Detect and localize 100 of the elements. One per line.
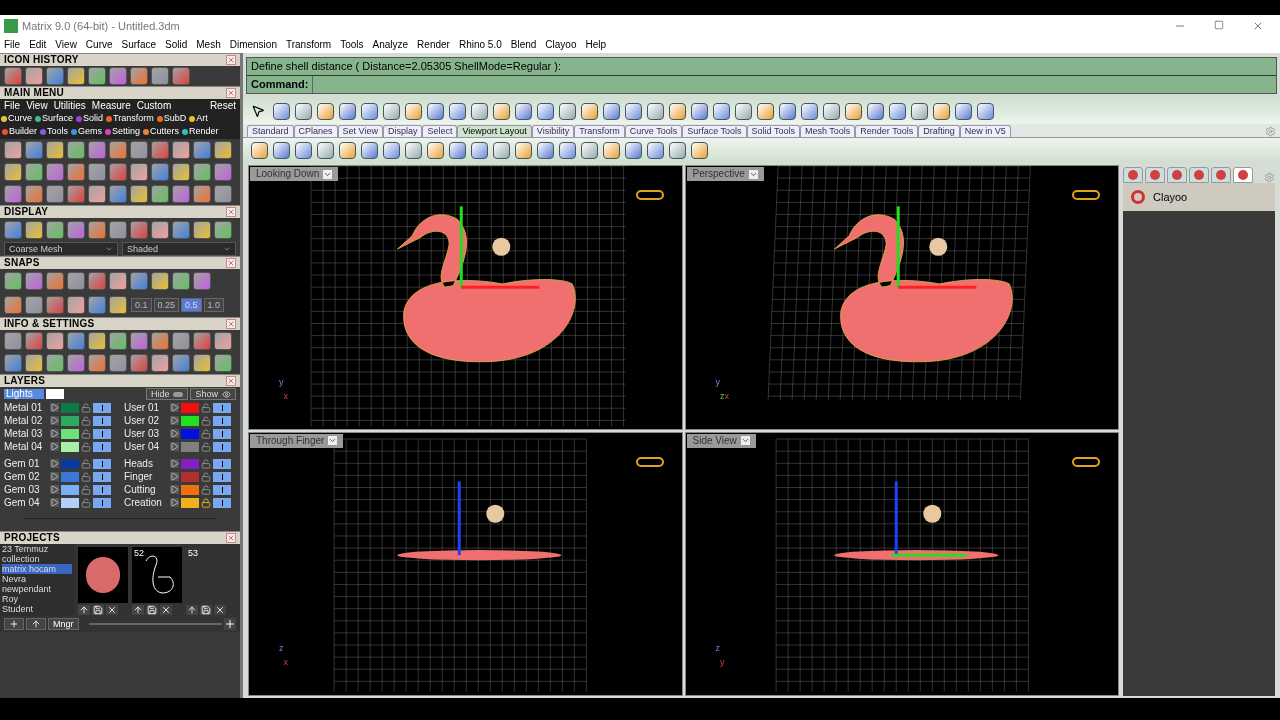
tool-icon[interactable] [4, 296, 22, 314]
color-swatch[interactable] [181, 428, 199, 439]
toolbar-icon[interactable] [669, 141, 686, 159]
color-swatch[interactable] [61, 428, 79, 439]
menu-item[interactable]: Help [585, 40, 607, 50]
toolbar-tab[interactable]: Surface Tools [682, 125, 747, 137]
tool-icon[interactable] [67, 163, 85, 181]
tool-icon[interactable] [109, 296, 127, 314]
tool-icon[interactable] [88, 163, 106, 181]
toolbar-icon[interactable] [823, 102, 840, 120]
toolbar-icon[interactable] [471, 141, 488, 159]
tool-icon[interactable] [214, 332, 232, 350]
toolbar-icon[interactable] [339, 102, 356, 120]
visibility-toggle[interactable] [93, 402, 111, 413]
menu-item[interactable]: Utilities [53, 100, 86, 111]
unlocked-icon[interactable] [81, 484, 91, 495]
tool-icon[interactable] [46, 221, 64, 239]
menu-item[interactable]: Curve [85, 40, 113, 50]
category-link[interactable]: Transform [113, 114, 154, 123]
color-swatch[interactable] [46, 389, 64, 399]
visibility-toggle[interactable] [93, 471, 111, 482]
tool-icon[interactable] [130, 221, 148, 239]
save-icon[interactable] [146, 605, 158, 615]
layer-name[interactable]: Metal 04 [4, 441, 48, 452]
toolbar-icon[interactable] [449, 102, 466, 120]
tool-icon[interactable] [151, 332, 169, 350]
toolbar-icon[interactable] [383, 141, 400, 159]
category-link[interactable]: Surface [42, 114, 74, 123]
tool-icon[interactable] [172, 332, 190, 350]
layer-name[interactable]: Metal 01 [4, 402, 48, 413]
visibility-toggle[interactable] [213, 471, 231, 482]
visibility-toggle[interactable] [213, 484, 231, 495]
color-swatch[interactable] [181, 471, 199, 482]
tool-icon[interactable] [151, 185, 169, 203]
menu-item[interactable]: Rhino 5.0 [458, 40, 502, 50]
tool-icon[interactable] [4, 221, 22, 239]
viewport[interactable]: Perspective y zx [684, 165, 1119, 430]
tool-icon[interactable] [109, 332, 127, 350]
toolbar-tab[interactable]: Set View [337, 125, 383, 137]
project-item[interactable]: Student [2, 604, 72, 614]
toolbar-tab[interactable]: CPlanes [293, 125, 338, 137]
expand-icon[interactable] [170, 485, 179, 494]
expand-icon[interactable] [170, 459, 179, 468]
menu-item[interactable]: View [26, 100, 48, 111]
expand-icon[interactable] [50, 429, 59, 438]
category-link[interactable]: Gems [78, 127, 103, 136]
viewport-title-tab[interactable]: Side View [686, 433, 756, 448]
panel-tab[interactable] [1233, 167, 1253, 183]
tool-icon[interactable] [4, 67, 22, 85]
tool-icon[interactable] [88, 185, 106, 203]
unlocked-icon[interactable] [81, 441, 91, 452]
category-link[interactable]: SubD [163, 114, 187, 123]
toolbar-tab[interactable]: Mesh Tools [799, 125, 856, 137]
tool-icon[interactable] [193, 163, 211, 181]
layer-name[interactable]: User 04 [124, 441, 168, 452]
color-swatch[interactable] [61, 402, 79, 413]
toolbar-icon[interactable] [317, 102, 334, 120]
unlocked-icon[interactable] [201, 415, 211, 426]
unlocked-icon[interactable] [81, 497, 91, 508]
tool-icon[interactable] [109, 272, 127, 290]
toolbar-icon[interactable] [647, 141, 664, 159]
toolbar-icon[interactable] [537, 141, 554, 159]
tool-icon[interactable] [193, 272, 211, 290]
snap-step-button[interactable]: 1.0 [203, 298, 225, 312]
panel-tab[interactable] [1189, 167, 1209, 183]
toolbar-icon[interactable] [801, 102, 818, 120]
layer-name[interactable]: Heads [124, 458, 168, 469]
mesh-dropdown[interactable]: Coarse Mesh [4, 242, 118, 256]
load-icon[interactable] [186, 605, 198, 615]
expand-icon[interactable] [170, 429, 179, 438]
menu-item[interactable]: Render [417, 40, 450, 50]
tool-icon[interactable] [46, 141, 64, 159]
menu-item[interactable]: Tools [340, 40, 364, 50]
viewport[interactable]: Through Finger z x [248, 431, 683, 696]
toolbar-tab[interactable]: Transform [574, 125, 625, 137]
tool-icon[interactable] [109, 221, 127, 239]
toolbar-icon[interactable] [515, 141, 532, 159]
color-swatch[interactable] [181, 497, 199, 508]
toolbar-icon[interactable] [581, 141, 598, 159]
close-icon[interactable] [226, 55, 236, 65]
toolbar-tab[interactable]: Visibility [531, 125, 575, 137]
toolbar-icon[interactable] [361, 102, 378, 120]
tool-icon[interactable] [130, 185, 148, 203]
toolbar-icon[interactable] [889, 102, 906, 120]
save-icon[interactable] [200, 605, 212, 615]
select-icon[interactable] [251, 104, 265, 118]
tool-icon[interactable] [25, 272, 43, 290]
toolbar-icon[interactable] [251, 141, 268, 159]
toolbar-icon[interactable] [493, 141, 510, 159]
toolbar-icon[interactable] [405, 141, 422, 159]
photo-placeholder[interactable] [78, 547, 128, 603]
tool-icon[interactable] [130, 354, 148, 372]
toolbar-tab[interactable]: Select [422, 125, 458, 137]
toolbar-icon[interactable] [295, 141, 312, 159]
tool-icon[interactable] [25, 185, 43, 203]
toolbar-icon[interactable] [757, 102, 774, 120]
toolbar-icon[interactable] [955, 102, 972, 120]
toolbar-icon[interactable] [427, 141, 444, 159]
toolbar-icon[interactable] [295, 102, 312, 120]
layer-name[interactable]: Gem 04 [4, 497, 48, 508]
